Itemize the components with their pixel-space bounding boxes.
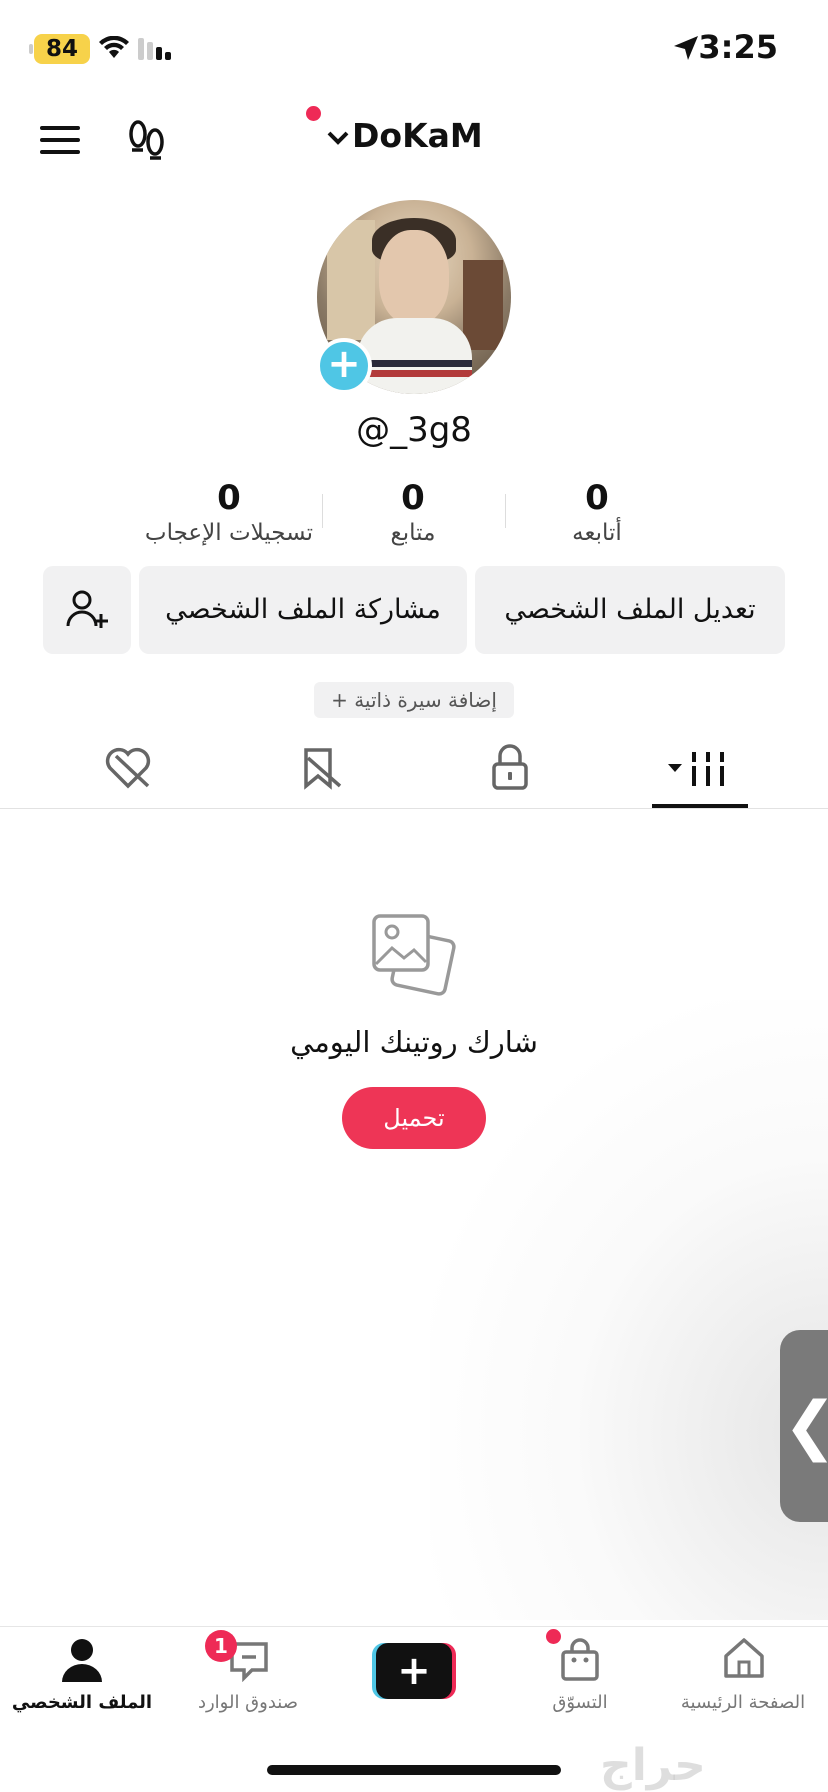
home-indicator[interactable] [267,1765,561,1775]
share-profile-button[interactable]: مشاركة الملف الشخصي [139,566,467,654]
nav-home-label[interactable]: الصفحة الرئيسية [658,1692,828,1713]
plus-icon: + [376,1643,452,1699]
likes-label[interactable]: تسجيلات الإعجاب [129,520,329,546]
bookmark-hidden-icon [298,746,342,790]
shop-notification-dot [546,1629,561,1644]
tab-saved[interactable] [298,746,342,790]
clock: 3:25 [698,28,778,66]
profile-handle: @_3g8 [356,410,472,450]
grid-dropdown-icon [666,748,730,788]
wifi-icon [98,36,130,60]
nav-inbox-label[interactable]: صندوق الوارد [163,1692,333,1713]
footprints-icon[interactable] [126,118,168,162]
cellular-signal-icon [138,38,178,60]
photos-icon [370,912,458,1000]
upload-button[interactable]: تحميل [342,1087,486,1149]
heart-hidden-icon [104,746,152,790]
lock-icon [490,744,530,790]
account-notification-dot [306,106,321,121]
nav-profile-label[interactable]: الملف الشخصي [0,1692,167,1713]
add-friends-button[interactable] [43,566,131,654]
tab-favorites[interactable] [104,746,152,790]
tabs-divider [0,808,828,809]
menu-icon[interactable] [40,124,80,156]
account-switcher[interactable]: DoKaM [352,116,483,155]
battery-indicator: 84 [29,34,90,64]
home-icon[interactable] [722,1636,766,1680]
following-count[interactable]: 0 [497,478,697,518]
edit-profile-button[interactable]: تعديل الملف الشخصي [475,566,785,654]
profile-icon[interactable] [62,1638,102,1682]
likes-count[interactable]: 0 [129,478,329,518]
followers-label[interactable]: متابع [313,520,513,546]
inbox-badge: 1 [205,1630,237,1662]
chevron-down-icon[interactable] [326,130,350,146]
tab-private[interactable] [490,744,530,790]
background-shade [430,1000,828,1620]
side-panel-handle[interactable]: ❮ [780,1330,828,1522]
create-button[interactable]: + [372,1643,456,1699]
empty-state-title: شارك روتينك اليومي [290,1025,538,1059]
nav-shop-label[interactable]: التسوّق [495,1692,665,1713]
watermark: حراج [600,1740,706,1791]
following-label[interactable]: أتابعه [497,520,697,546]
followers-count[interactable]: 0 [313,478,513,518]
tab-videos[interactable] [666,748,730,788]
shopping-bag-icon[interactable] [560,1638,600,1682]
add-user-icon [65,588,109,632]
add-avatar-button[interactable]: + [316,338,372,394]
active-tab-indicator [652,804,748,808]
location-arrow-icon [672,34,700,62]
add-bio-button[interactable]: + إضافة سيرة ذاتية [314,682,514,718]
